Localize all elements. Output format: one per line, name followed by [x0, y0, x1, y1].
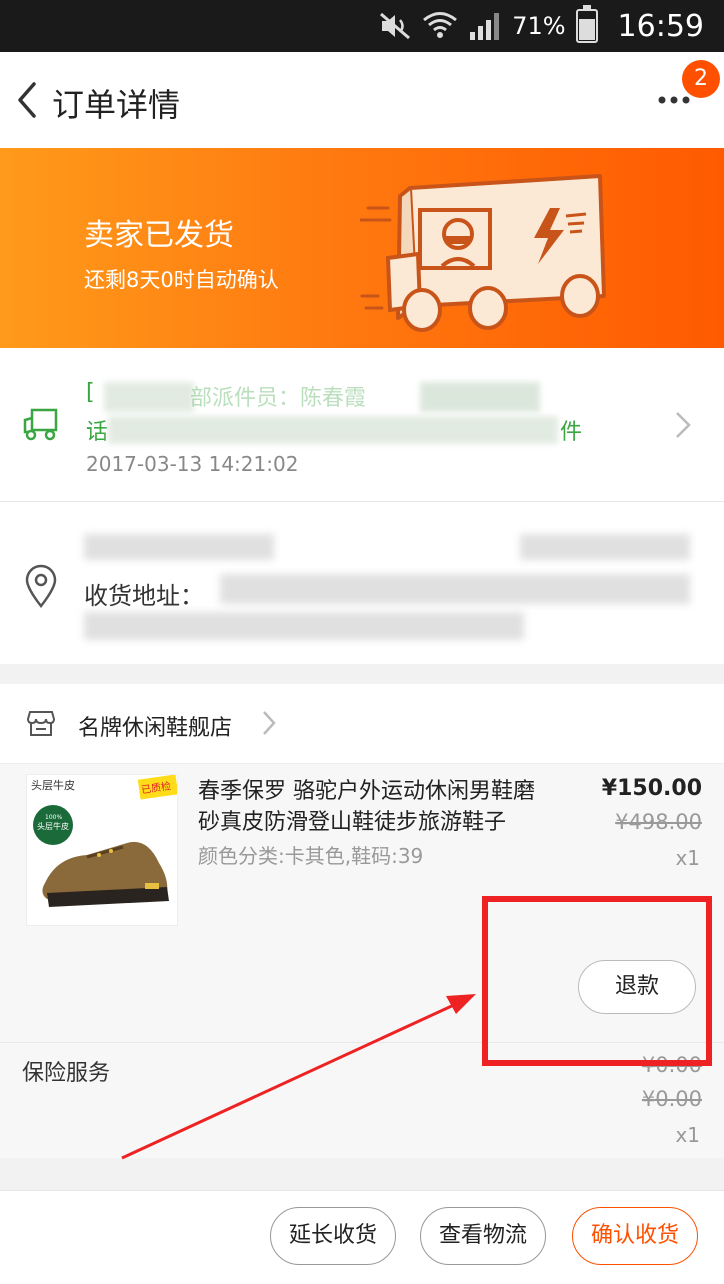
- shipping-status-title: 卖家已发货: [84, 218, 234, 253]
- image-tag-leather-badge: 头层牛皮: [37, 821, 69, 831]
- insurance-quantity: x1: [675, 1123, 700, 1147]
- product-image[interactable]: 已质检 头层牛皮 100% 头层牛皮: [26, 774, 178, 926]
- auto-confirm-countdown: 还剩8天0时自动确认: [84, 268, 279, 292]
- insurance-label: 保险服务: [22, 1061, 111, 1086]
- back-icon[interactable]: [8, 78, 48, 122]
- nav-bar: 订单详情 2: [0, 52, 724, 148]
- shipping-address[interactable]: 收货地址：: [0, 502, 724, 664]
- clock: 16:59: [617, 8, 704, 44]
- logistics-line-1-visible: 部派件员：陈春霞: [190, 386, 367, 411]
- address-label: 收货地址：: [84, 582, 204, 610]
- redaction-block: [84, 612, 524, 640]
- location-pin-icon: [25, 564, 57, 608]
- bottom-action-bar: 延长收货 查看物流 确认收货: [0, 1190, 724, 1284]
- battery-icon: [575, 5, 598, 43]
- redaction-block: [420, 382, 540, 412]
- more-icon[interactable]: [654, 92, 694, 108]
- shoe-image: 已质检 头层牛皮 100% 头层牛皮: [27, 775, 177, 925]
- truck-icon: [23, 408, 58, 441]
- shop-name: 名牌休闲鞋舰店: [78, 716, 233, 741]
- insurance-original-price: ¥0.00: [641, 1087, 702, 1111]
- view-logistics-button[interactable]: 查看物流: [420, 1207, 546, 1265]
- image-tag-percent: 100%: [45, 814, 62, 821]
- redaction-block: [520, 534, 690, 560]
- redaction-block: [104, 382, 194, 412]
- confirm-receipt-button[interactable]: 确认收货: [572, 1207, 698, 1265]
- product-sku: 颜色分类:卡其色,鞋码:39: [198, 844, 424, 868]
- redaction-block: [108, 416, 558, 444]
- status-bar: 71% 16:59: [0, 0, 724, 52]
- chevron-right-icon: [263, 711, 276, 735]
- chevron-right-icon: [676, 412, 691, 438]
- logistics-line-2: 话: [86, 420, 109, 445]
- product-title[interactable]: 春季保罗 骆驼户外运动休闲男鞋磨砂真皮防滑登山鞋徒步旅游鞋子: [198, 776, 548, 838]
- page-title: 订单详情: [52, 86, 181, 124]
- shop-row[interactable]: 名牌休闲鞋舰店: [0, 684, 724, 764]
- mute-icon: [380, 12, 411, 40]
- delivery-truck-illustration: [360, 174, 606, 332]
- battery-percent: 71%: [512, 12, 566, 40]
- logistics-time: 2017-03-13 14:21:02: [86, 452, 299, 476]
- extend-receipt-button[interactable]: 延长收货: [270, 1207, 396, 1265]
- signal-icon: [470, 13, 500, 40]
- product-original-price: ¥498.00: [615, 810, 702, 834]
- product-price: ¥150.00: [601, 776, 702, 801]
- redaction-block: [220, 574, 690, 604]
- redaction-block: [84, 534, 274, 560]
- logistics-line-1: [: [86, 380, 95, 405]
- annotation-highlight-box: [482, 896, 712, 1066]
- notification-badge: 2: [682, 60, 720, 98]
- shop-icon: [26, 711, 56, 736]
- shipping-status-banner: 卖家已发货 还剩8天0时自动确认: [0, 148, 724, 348]
- screen: 71% 16:59 订单详情 2 卖家已发货 还剩8天0时自动确认 [部派件员…: [0, 0, 724, 1284]
- image-tag-leather: 头层牛皮: [31, 778, 75, 792]
- product-quantity: x1: [675, 846, 700, 870]
- logistics-line-2-suffix: 件: [560, 420, 583, 445]
- wifi-icon: [423, 12, 458, 38]
- logistics-row[interactable]: [ 部派件员：陈春霞 话 件 2017-03-13 14:21:02: [0, 348, 724, 502]
